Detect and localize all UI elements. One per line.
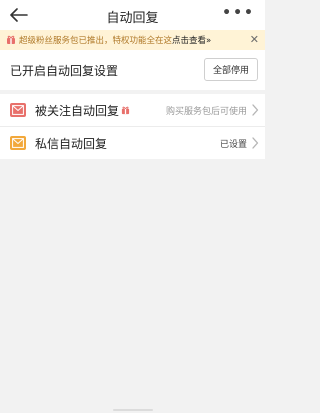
- chevron-right-icon: [252, 137, 259, 149]
- private-message-auto-reply-label: 私信自动回复: [35, 137, 108, 151]
- home-indicator: [112, 409, 153, 411]
- gift-badge-icon: [121, 106, 130, 115]
- envelope-icon: [10, 136, 26, 150]
- follow-auto-reply-item[interactable]: 被关注自动回复 购买服务包后可使用: [0, 94, 265, 127]
- banner-link[interactable]: 点击查看»: [172, 34, 211, 46]
- private-message-auto-reply-item[interactable]: 私信自动回复 已设置: [0, 127, 265, 159]
- banner-text: 超级粉丝服务包已推出，特权功能全在这: [19, 36, 173, 46]
- navigation-bar: 自动回复 •••: [0, 0, 265, 30]
- close-icon[interactable]: ✕: [250, 33, 259, 46]
- reply-list: 被关注自动回复 购买服务包后可使用 私信自动回复 已设置: [0, 94, 265, 159]
- follow-auto-reply-status: 购买服务包后可使用: [165, 107, 247, 117]
- more-dots-icon: •••: [222, 5, 255, 21]
- chevron-right-icon: [252, 104, 259, 116]
- mail-open-icon: [10, 103, 26, 117]
- auto-reply-settings-row: 已开启自动回复设置 全部停用: [0, 50, 265, 90]
- disable-all-button[interactable]: 全部停用: [203, 58, 258, 81]
- private-message-auto-reply-status: 已设置: [219, 140, 247, 150]
- promo-banner[interactable]: 超级粉丝服务包已推出，特权功能全在这 点击查看» ✕: [0, 30, 265, 50]
- more-button[interactable]: •••: [222, 3, 255, 23]
- auto-reply-screen: 自动回复 ••• 超级粉丝服务包已推出，特权功能全在这 点击查看» ✕ 已开启自…: [0, 0, 265, 413]
- settings-title: 已开启自动回复设置: [10, 64, 119, 78]
- gift-icon: [5, 35, 16, 46]
- follow-auto-reply-label: 被关注自动回复: [35, 104, 120, 118]
